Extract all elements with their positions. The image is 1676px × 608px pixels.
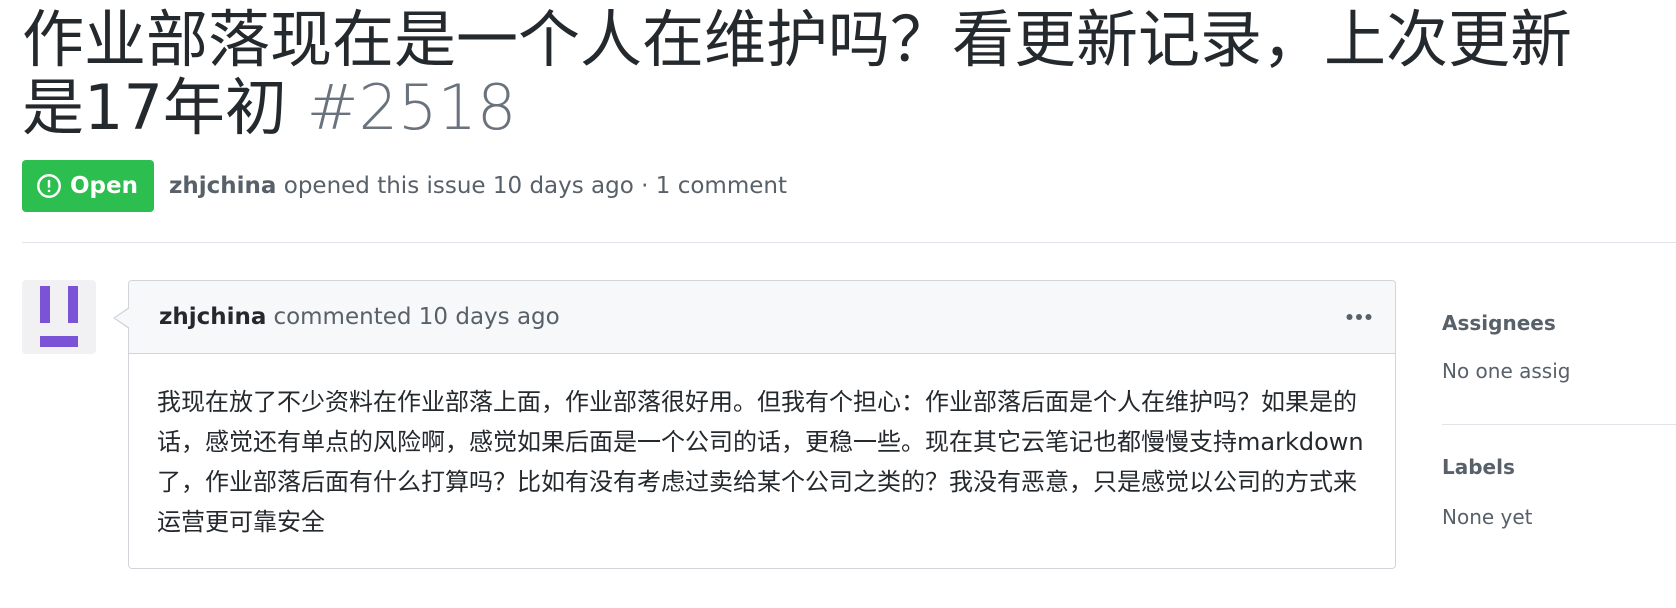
issue-meta: Open zhjchina opened this issue 10 days … [22,160,787,212]
assignees-value: No one assig [1442,359,1571,383]
comment-body: 我现在放了不少资料在作业部落上面，作业部落很好用。但我有个担心：作业部落后面是个… [157,388,1364,536]
issue-title: 作业部落现在是一个人在维护吗？看更新记录，上次更新是17年初 #2518 [22,6,1582,142]
labels-value: None yet [1442,505,1533,529]
comment-header: zhjchina commented 10 days ago [129,281,1395,354]
comment-timestamp: commented 10 days ago [273,304,560,330]
sidebar-labels: Labels None yet [1442,424,1676,569]
issue-opened-text: opened this issue 10 days ago · 1 commen… [283,173,787,199]
issue-title-text: 作业部落现在是一个人在维护吗？看更新记录，上次更新是17年初 [22,3,1573,144]
avatar-image [40,286,78,347]
avatar[interactable] [22,280,96,354]
issue-sidebar: Assignees No one assig Labels None yet [1442,280,1676,569]
comment-author-link[interactable]: zhjchina [159,304,266,330]
comment-box: zhjchina commented 10 days ago 我现在放了不少资料… [113,280,1396,569]
kebab-horizontal-icon [1346,314,1372,320]
comment-pointer [115,308,130,328]
comment-options-button[interactable] [1345,303,1373,331]
issue-state-label: Open [70,173,138,199]
header-divider [22,242,1676,243]
labels-heading[interactable]: Labels [1442,455,1515,479]
assignees-heading[interactable]: Assignees [1442,311,1556,335]
issue-state-badge: Open [22,160,154,212]
issue-opened-line: zhjchina opened this issue 10 days ago ·… [169,173,787,199]
issue-author-link[interactable]: zhjchina [169,173,276,199]
issue-opened-icon [37,174,61,198]
sidebar-assignees: Assignees No one assig [1442,280,1676,424]
issue-number: #2518 [306,71,517,144]
